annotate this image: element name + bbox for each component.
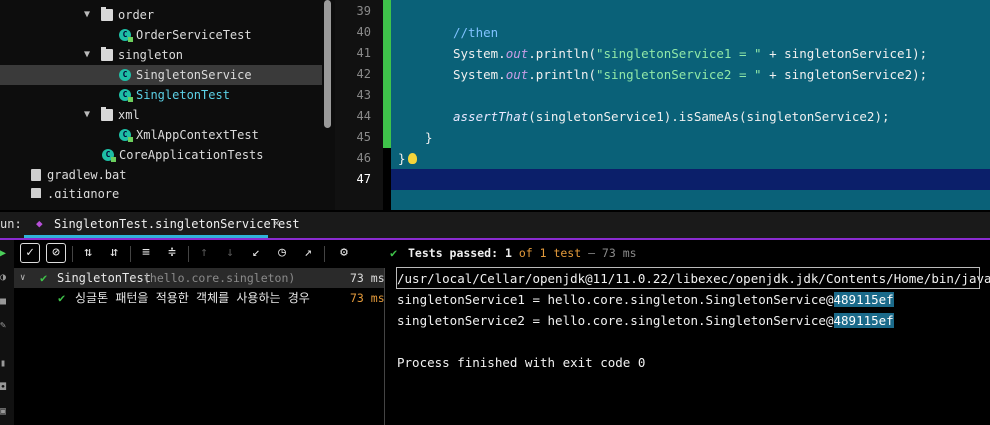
dump-threads-icon[interactable]: ▮: [0, 358, 9, 370]
tree-item-xml[interactable]: ▼ xml: [0, 105, 322, 125]
arrow-down-icon[interactable]: ↓: [220, 243, 240, 263]
suite-package: (hello.core.singleton): [143, 271, 296, 285]
sort-alpha-icon[interactable]: ⇅: [78, 243, 98, 263]
vcs-change-marker[interactable]: [383, 0, 391, 148]
chevron-down-icon[interactable]: ▼: [84, 45, 90, 65]
import-tests-icon[interactable]: ↙: [246, 243, 266, 263]
history-icon[interactable]: ◷: [272, 243, 292, 263]
check-icon: ✔: [390, 246, 398, 260]
test-class-icon: C: [119, 29, 133, 42]
expand-all-icon[interactable]: ≡: [136, 243, 156, 263]
camera-icon[interactable]: ◘: [0, 382, 9, 394]
tree-item-orderservicetest[interactable]: C OrderServiceTest: [0, 25, 322, 45]
console-line: singletonService1 = hello.core.singleton…: [397, 292, 894, 307]
folder-icon: [101, 107, 113, 121]
suite-row[interactable]: ∨ ✔ SingletonTest (hello.core.singleton)…: [14, 268, 385, 288]
folder-icon: [101, 47, 113, 61]
code-comment: //then: [453, 25, 499, 40]
tree-item-xmlappcontexttest[interactable]: C XmlAppContextTest: [0, 125, 322, 145]
code-line-44: assertThat(singletonService1).isSameAs(s…: [453, 109, 890, 124]
test-class-icon: C: [102, 149, 116, 162]
tree-item-gradlew[interactable]: gradlew.bat: [0, 165, 322, 185]
stop-icon[interactable]: ■: [0, 296, 9, 308]
tree-item-coreapplicationtests[interactable]: C CoreApplicationTests: [0, 145, 322, 165]
rerun-icon[interactable]: ▶: [0, 248, 9, 260]
run-tool-strip: ▶ ◑ ■ ✎ ▮ ◘ ▣: [0, 240, 14, 425]
project-tree: ▼ order C OrderServiceTest ▼ singleton C…: [0, 0, 335, 210]
tree-item-label: .gitignore: [47, 187, 120, 198]
line-number: 42: [356, 67, 371, 81]
file-icon: [31, 188, 41, 198]
code-line-46: }: [398, 151, 406, 166]
export-icon[interactable]: ▣: [0, 406, 9, 418]
console-output[interactable]: /usr/local/Cellar/openjdk@11/11.0.22/lib…: [385, 268, 990, 425]
editor-gutter: 39 40 41 42 43 44 45 46 47: [335, 0, 383, 210]
run-config-icon: ◆: [36, 217, 43, 230]
arrow-up-icon[interactable]: ↑: [194, 243, 214, 263]
tree-item-label: SingletonService: [136, 68, 252, 82]
chevron-down-icon[interactable]: ▼: [84, 105, 90, 125]
check-icon: ✔: [40, 271, 48, 285]
tree-item-label: order: [118, 8, 155, 22]
test-name: 싱글톤 패턴을 적용한 객체를 사용하는 경우: [75, 291, 310, 305]
code-line-45: }: [425, 130, 433, 145]
console-command-outline: [396, 267, 980, 289]
chevron-down-icon[interactable]: ∨: [20, 268, 25, 288]
open-external-icon[interactable]: ↗: [298, 243, 318, 263]
tree-item-label: xml: [118, 108, 140, 122]
line-number: 39: [356, 4, 371, 18]
console-line: singletonService2 = hello.core.singleton…: [397, 313, 894, 328]
show-passed-toggle[interactable]: ✓: [20, 243, 40, 263]
tree-item-gitignore[interactable]: .gitignore: [0, 184, 322, 198]
line-number-current: 47: [356, 172, 371, 186]
console-exit-line: Process finished with exit code 0: [397, 355, 646, 370]
tree-item-order[interactable]: ▼ order: [0, 5, 322, 25]
test-results-tree: ∨ ✔ SingletonTest (hello.core.singleton)…: [14, 268, 385, 425]
folder-icon: [101, 7, 113, 21]
test-row[interactable]: ✔ 싱글톤 패턴을 적용한 객체를 사용하는 경우 73 ms: [14, 288, 385, 308]
sort-duration-icon[interactable]: ⇵: [104, 243, 124, 263]
check-icon: ✔: [58, 291, 66, 305]
class-icon: C: [119, 69, 131, 81]
test-toolbar: ✓ ⊘ ⇅ ⇵ ≡ ≑ ↑ ↓ ↙ ◷ ↗ ⚙ ✔ Tests passed: …: [14, 240, 990, 268]
test-status: Tests passed: 1 of 1 test – 73 ms: [408, 246, 637, 260]
chevron-down-icon[interactable]: ▼: [84, 5, 90, 25]
line-number: 43: [356, 88, 371, 102]
code-line-42: System.out.println("singletonService2 = …: [453, 67, 928, 82]
gear-icon[interactable]: ⚙: [334, 243, 354, 263]
tree-item-label: OrderServiceTest: [136, 28, 252, 42]
tree-item-singletonservice[interactable]: C SingletonService: [0, 65, 322, 85]
tree-item-label: gradlew.bat: [47, 168, 127, 182]
file-icon: [31, 169, 41, 181]
code-line-41: System.out.println("singletonService1 = …: [453, 46, 928, 61]
collapse-all-icon[interactable]: ≑: [162, 243, 182, 263]
line-number: 41: [356, 46, 371, 60]
close-icon[interactable]: ×: [273, 216, 280, 230]
line-number: 46: [356, 151, 371, 165]
suite-name: SingletonTest: [57, 271, 151, 285]
rerun-failed-icon[interactable]: ◑: [0, 272, 9, 284]
tree-item-singletontest[interactable]: C SingletonTest: [0, 85, 322, 105]
show-ignored-toggle[interactable]: ⊘: [46, 243, 66, 263]
wrench-icon[interactable]: ✎: [0, 320, 9, 332]
tree-item-label: CoreApplicationTests: [119, 148, 264, 162]
test-time: 73 ms: [350, 291, 385, 305]
tree-item-singleton[interactable]: ▼ singleton: [0, 45, 322, 65]
line-number: 40: [356, 25, 371, 39]
suite-time: 73 ms: [350, 271, 385, 285]
lightbulb-icon[interactable]: [408, 153, 417, 164]
test-class-icon: C: [119, 129, 133, 142]
test-class-icon: C: [119, 89, 133, 102]
run-label: un:: [0, 217, 22, 231]
line-number: 45: [356, 130, 371, 144]
tree-item-label: singleton: [118, 48, 184, 62]
tree-item-label: SingletonTest: [136, 88, 230, 102]
tree-item-label: XmlAppContextTest: [136, 128, 259, 142]
current-line-highlight: [391, 169, 990, 190]
tree-scrollbar[interactable]: [324, 0, 331, 128]
run-tab-title[interactable]: SingletonTest.singletonServiceTest: [54, 217, 300, 231]
line-number: 44: [356, 109, 371, 123]
